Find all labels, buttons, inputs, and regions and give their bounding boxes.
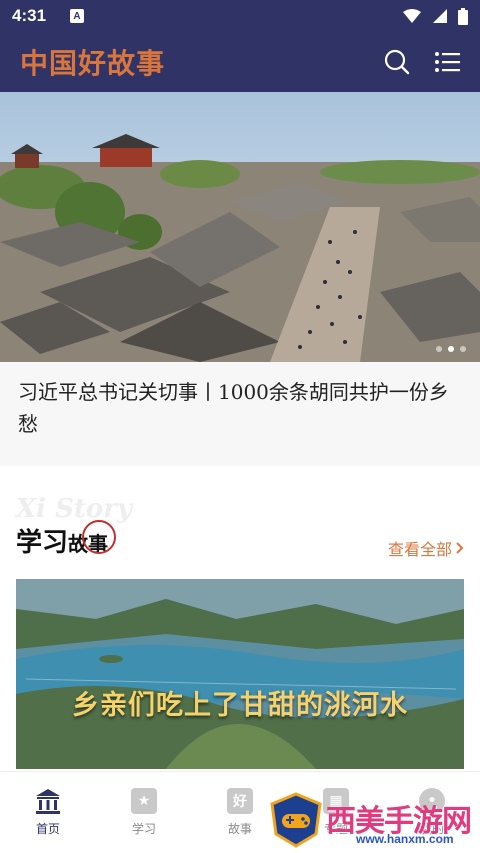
pagination-dot-active[interactable]: [448, 346, 454, 352]
status-icons: [402, 7, 468, 25]
chevron-right-icon: [456, 542, 464, 554]
home-temple-icon: [34, 788, 62, 814]
status-time: 4:31: [12, 6, 47, 25]
banner-pagination: [436, 346, 466, 352]
pagination-dot[interactable]: [436, 346, 442, 352]
view-all-label: 查看全部: [387, 540, 452, 559]
banner-caption[interactable]: 习近平总书记关切事丨1000余条胡同共护一份乡愁: [0, 362, 480, 466]
search-icon[interactable]: [384, 49, 410, 75]
section-title: 学习 故事: [16, 520, 117, 559]
river-landscape-photo: [16, 579, 464, 769]
wifi-icon: [403, 9, 421, 23]
gamepad-shield-logo: [270, 792, 322, 848]
story-video-card[interactable]: 乡亲们吃上了甘甜的洮河水: [16, 579, 464, 769]
nav-label: 首页: [35, 822, 60, 836]
banner-caption-text: 习近平总书记关切事丨1000余条胡同共护一份乡愁: [18, 380, 449, 436]
nav-item-home[interactable]: 首页: [0, 772, 96, 853]
status-bar: 4:31 A: [0, 0, 480, 32]
app-header: 中国好故事: [0, 32, 480, 92]
star-icon: ★: [130, 788, 158, 814]
signal-icon: [433, 9, 447, 23]
seal-circle-icon: [82, 520, 117, 554]
pagination-dot[interactable]: [460, 346, 466, 352]
nav-item-study[interactable]: ★ 学习: [96, 772, 192, 853]
hutong-photo: [0, 92, 480, 362]
section-title-main: 学习: [16, 528, 69, 558]
list-icon[interactable]: [434, 51, 460, 73]
nav-label: 学习: [131, 822, 156, 836]
section-title-sub: 故事: [68, 520, 117, 557]
app-title: 中国好故事: [20, 47, 166, 80]
view-all-link[interactable]: 查看全部: [388, 536, 464, 560]
hao-icon: 好: [226, 788, 254, 814]
hero-banner[interactable]: [0, 92, 480, 362]
study-story-section: Xi Story 学习 故事 查看全部: [0, 480, 480, 570]
header-actions: [384, 49, 460, 75]
video-title: 乡亲们吃上了甘甜的洮河水: [72, 690, 408, 721]
notification-badge: A: [70, 9, 85, 23]
battery-icon: [458, 7, 468, 25]
watermark-url: www.hanxm.com: [356, 832, 454, 846]
nav-label: 故事: [227, 822, 252, 836]
section-watermark: Xi Story: [16, 494, 133, 524]
